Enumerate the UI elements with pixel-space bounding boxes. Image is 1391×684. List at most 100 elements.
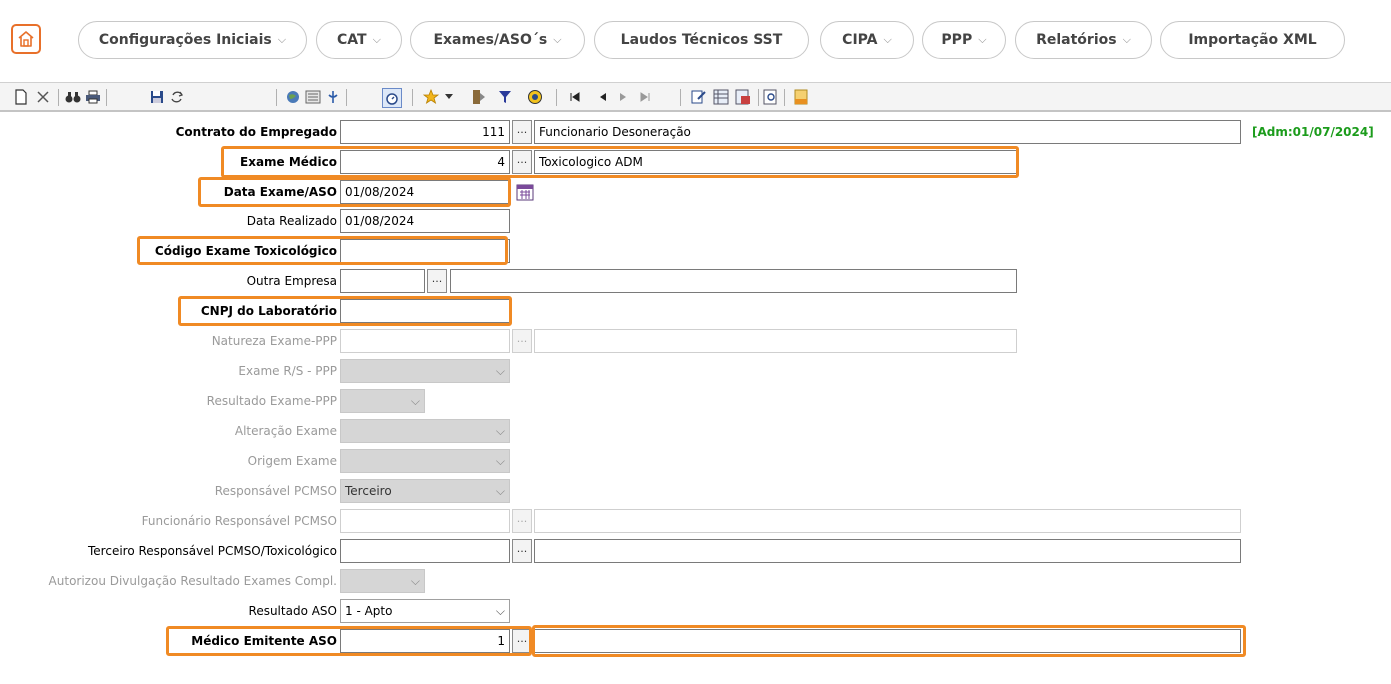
codigo-toxicologico-input[interactable] xyxy=(340,239,510,263)
natureza-exame-code-input xyxy=(340,329,510,353)
nav-laudos[interactable]: Laudos Técnicos SST xyxy=(594,21,809,59)
binoculars-icon[interactable] xyxy=(64,88,82,106)
toolbar xyxy=(0,82,1391,112)
last-record-icon[interactable] xyxy=(636,88,654,106)
new-document-icon[interactable] xyxy=(12,88,30,106)
origem-exame-select: ⌵ xyxy=(340,449,510,473)
medico-emitente-code-input[interactable]: 1 xyxy=(340,629,510,653)
toolbar-separator xyxy=(680,89,681,106)
resultado-exame-ppp-label: Resultado Exame-PPP xyxy=(206,394,337,408)
toolbar-separator xyxy=(784,89,785,106)
chevron-down-icon: ⌵ xyxy=(553,33,562,46)
delete-icon[interactable] xyxy=(34,88,52,106)
autorizou-divulgacao-select: ⌵ xyxy=(340,569,425,593)
contrato-description: Funcionario Desoneração xyxy=(534,120,1241,144)
responsavel-pcmso-label: Responsável PCMSO xyxy=(214,484,337,498)
medico-emitente-lookup-button[interactable]: ... xyxy=(512,629,532,653)
nav-ppp[interactable]: PPP ⌵ xyxy=(922,21,1006,59)
funcionario-responsavel-lookup-button: ... xyxy=(512,509,532,533)
funcionario-responsavel-description xyxy=(534,509,1241,533)
data-realizado-input[interactable]: 01/08/2024 xyxy=(340,209,510,233)
medico-emitente-description xyxy=(534,629,1241,653)
exame-rs-select: ⌵ xyxy=(340,359,510,383)
first-record-icon[interactable] xyxy=(566,88,584,106)
responsavel-pcmso-select: Terceiro ⌵ xyxy=(340,479,510,503)
preview-icon[interactable] xyxy=(762,88,780,106)
chevron-down-icon: ⌵ xyxy=(277,33,287,46)
data-exame-label: Data Exame/ASO xyxy=(223,185,337,199)
data-exame-input[interactable]: 01/08/2024 xyxy=(340,180,510,204)
chevron-down-icon: ⌵ xyxy=(1122,33,1131,46)
admission-tag: [Adm:01/07/2024] xyxy=(1252,125,1374,139)
cnpj-laboratorio-label: CNPJ do Laboratório xyxy=(200,304,337,318)
chevron-down-icon: ⌵ xyxy=(495,454,505,468)
natureza-exame-label: Natureza Exame-PPP xyxy=(211,334,337,348)
toolbar-separator xyxy=(412,89,413,106)
exame-medico-label: Exame Médico xyxy=(240,155,337,169)
exame-medico-code-input[interactable]: 4 xyxy=(340,150,510,174)
nav-label: Importação XML xyxy=(1188,32,1317,48)
exit-icon[interactable] xyxy=(470,88,488,106)
grid-icon[interactable] xyxy=(712,88,730,106)
stopwatch-icon[interactable] xyxy=(382,88,402,108)
nav-relatorios[interactable]: Relatórios ⌵ xyxy=(1015,21,1152,59)
chevron-down-icon: ⌵ xyxy=(495,364,505,378)
contrato-lookup-button[interactable]: ... xyxy=(512,120,532,144)
nav-label: PPP xyxy=(941,32,973,48)
previous-record-icon[interactable] xyxy=(594,88,612,106)
star-icon[interactable] xyxy=(422,88,440,106)
chevron-down-icon: ⌵ xyxy=(495,484,505,498)
autorizou-divulgacao-label: Autorizou Divulgação Resultado Exames Co… xyxy=(48,574,337,588)
outra-empresa-lookup-button[interactable]: ... xyxy=(427,269,447,293)
exame-medico-lookup-button[interactable]: ... xyxy=(512,150,532,174)
terceiro-responsavel-lookup-button[interactable]: ... xyxy=(512,539,532,563)
calendar-icon[interactable] xyxy=(516,183,534,201)
natureza-exame-lookup-button: ... xyxy=(512,329,532,353)
chevron-down-icon: ⌵ xyxy=(495,424,505,438)
nav-importacao-xml[interactable]: Importação XML xyxy=(1160,21,1345,59)
exame-rs-label: Exame R/S - PPP xyxy=(238,364,337,378)
nav-exames[interactable]: Exames/ASO´s ⌵ xyxy=(410,21,585,59)
nav-cipa[interactable]: CIPA ⌵ xyxy=(820,21,914,59)
outra-empresa-label: Outra Empresa xyxy=(246,274,337,288)
home-button[interactable] xyxy=(11,24,41,54)
funcionario-responsavel-code-input xyxy=(340,509,510,533)
filter-icon[interactable] xyxy=(496,88,514,106)
contrato-label: Contrato do Empregado xyxy=(175,125,337,139)
origem-exame-label: Origem Exame xyxy=(247,454,337,468)
nav-cat[interactable]: CAT ⌵ xyxy=(316,21,402,59)
edit-icon[interactable] xyxy=(690,88,708,106)
responsavel-pcmso-value: Terceiro xyxy=(345,484,392,498)
print-icon[interactable] xyxy=(84,88,102,106)
terceiro-responsavel-description xyxy=(534,539,1241,563)
contrato-code-input[interactable]: 111 xyxy=(340,120,510,144)
globe-icon[interactable] xyxy=(284,88,302,106)
info-icon[interactable] xyxy=(324,88,342,106)
alteracao-exame-select: ⌵ xyxy=(340,419,510,443)
list-icon[interactable] xyxy=(304,88,322,106)
refresh-icon[interactable] xyxy=(168,88,186,106)
dropdown-arrow-icon[interactable] xyxy=(440,88,458,106)
terceiro-responsavel-code-input[interactable] xyxy=(340,539,510,563)
cnpj-laboratorio-input[interactable] xyxy=(340,299,510,323)
toolbar-separator xyxy=(556,89,557,106)
terceiro-responsavel-label: Terceiro Responsável PCMSO/Toxicológico xyxy=(88,544,337,558)
nav-label: Relatórios xyxy=(1036,32,1117,48)
export-icon[interactable] xyxy=(734,88,752,106)
toolbar-separator xyxy=(346,89,347,106)
nav-configuracoes[interactable]: Configurações Iniciais ⌵ xyxy=(78,21,307,59)
clock-icon[interactable] xyxy=(526,88,544,106)
medico-emitente-label: Médico Emitente ASO xyxy=(191,634,337,648)
resultado-aso-label: Resultado ASO xyxy=(248,604,337,618)
toolbar-separator xyxy=(58,89,59,106)
chevron-down-icon: ⌵ xyxy=(410,394,420,408)
xml-icon[interactable] xyxy=(792,88,810,106)
resultado-aso-select[interactable]: 1 - Apto ⌵ xyxy=(340,599,510,623)
save-icon[interactable] xyxy=(148,88,166,106)
toolbar-separator xyxy=(758,89,759,106)
next-record-icon[interactable] xyxy=(614,88,632,106)
chevron-down-icon: ⌵ xyxy=(883,33,892,46)
toolbar-separator xyxy=(276,89,277,106)
outra-empresa-code-input[interactable] xyxy=(340,269,425,293)
funcionario-responsavel-label: Funcionário Responsável PCMSO xyxy=(141,514,337,528)
